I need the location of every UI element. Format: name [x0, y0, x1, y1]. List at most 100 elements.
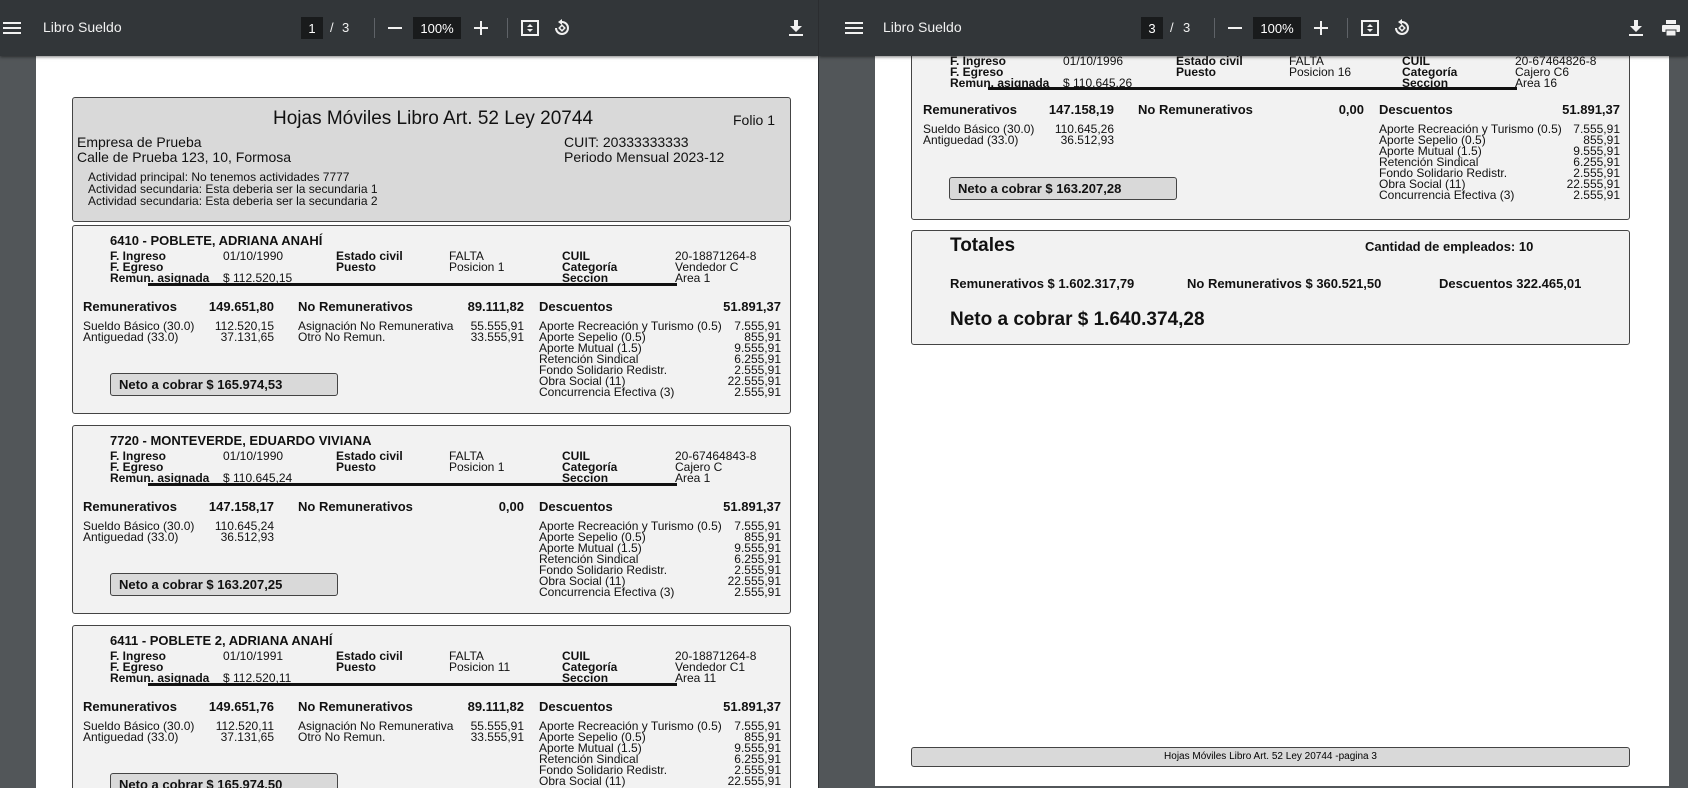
totals-norem: No Remunerativos $ 360.521,50: [1187, 276, 1382, 291]
norem-total: 89.111,82: [467, 299, 524, 314]
neto-box: Neto a cobrar $ 165.974,53: [110, 373, 338, 396]
desc-item-value: 2.555,91: [1573, 188, 1620, 202]
toolbar-divider: [1347, 18, 1348, 38]
desc-item-value: 2.555,91: [734, 585, 781, 599]
employee-name: 6411 - POBLETE 2, ADRIANA ANAHÍ: [110, 633, 333, 648]
rem-label: Remunerativos: [923, 102, 1017, 117]
norem-item-label: Otro No Remun.: [298, 330, 386, 344]
rotate-icon[interactable]: [550, 16, 574, 40]
page-separator: /: [1170, 20, 1174, 35]
desc-label: Descuentos: [539, 699, 613, 714]
menu-icon[interactable]: [0, 16, 24, 40]
rem-item-value: 37.131,65: [220, 730, 274, 744]
seccion-value: Area 16: [1515, 76, 1558, 90]
norem-item-value: 33.555,91: [470, 730, 524, 744]
page-separator: /: [330, 20, 334, 35]
separator-line: [148, 683, 677, 686]
rem-item-value: 37.131,65: [220, 330, 274, 344]
employee-count: Cantidad de empleados: 10: [1365, 239, 1534, 254]
period: Periodo Mensual 2023-12: [564, 149, 725, 165]
zoom-in-icon[interactable]: [469, 16, 493, 40]
desc-item-label: Concurrencia Efectiva (3): [1379, 188, 1515, 202]
secondary-activity: Actividad secundaria: Esta deberia ser l…: [88, 194, 378, 208]
company-name: Empresa de Prueba: [77, 134, 202, 150]
totals-title: Totales: [950, 235, 1016, 256]
neto-box: Neto a cobrar $ 165.974,50: [110, 773, 338, 788]
rem-item-value: 36.512,93: [1060, 133, 1114, 147]
rotate-icon[interactable]: [1390, 16, 1414, 40]
desc-item-label: Obra Social (11): [539, 774, 626, 788]
right-pdf-viewer: F. Ingreso 01/10/1996 F. Egreso Remun. a…: [819, 0, 1688, 788]
folio-number: Folio 1: [733, 112, 776, 128]
document-title: Libro Sueldo: [43, 19, 122, 35]
desc-total: 51.891,37: [723, 699, 781, 714]
company-address: Calle de Prueba 123, 10, Formosa: [77, 149, 292, 165]
employee-sheet: 7720 - MONTEVERDE, EDUARDO VIVIANA F. Ing…: [72, 425, 791, 614]
employee-name: 7720 - MONTEVERDE, EDUARDO VIVIANA: [110, 433, 372, 448]
employee-sheet: 6410 - POBLETE, ADRIANA ANAHÍ F. Ingreso 0…: [72, 225, 791, 414]
desc-item-value: 22.555,91: [727, 774, 781, 788]
fit-page-icon[interactable]: [518, 16, 542, 40]
menu-icon[interactable]: [842, 16, 866, 40]
puesto-label: Puesto: [336, 260, 377, 274]
norem-label: No Remunerativos: [1138, 102, 1253, 117]
puesto-value: Posicion 1: [449, 460, 505, 474]
desc-item-label: Concurrencia Efectiva (3): [539, 385, 675, 399]
fit-page-icon[interactable]: [1358, 16, 1382, 40]
page-footer: Hojas Móviles Libro Art. 52 Ley 20744 -p…: [911, 747, 1630, 767]
ingreso-value: 01/10/1991: [223, 649, 284, 663]
separator-line: [148, 283, 677, 286]
norem-total: 0,00: [1338, 102, 1364, 117]
company-cuit: CUIT: 20333333333: [564, 134, 689, 150]
print-icon[interactable]: [1659, 16, 1683, 40]
norem-total: 89.111,82: [467, 699, 524, 714]
norem-total: 0,00: [498, 499, 524, 514]
zoom-out-icon[interactable]: [383, 16, 407, 40]
download-icon[interactable]: [1624, 16, 1648, 40]
puesto-value: Posicion 16: [1289, 65, 1352, 79]
norem-label: No Remunerativos: [298, 299, 413, 314]
toolbar-divider: [1214, 18, 1215, 38]
desc-label: Descuentos: [539, 499, 613, 514]
puesto-label: Puesto: [1176, 65, 1217, 79]
rem-total: 149.651,80: [208, 299, 274, 314]
desc-total: 51.891,37: [723, 299, 781, 314]
seccion-value: Area 1: [675, 271, 711, 285]
toolbar-divider: [374, 18, 375, 38]
norem-label: No Remunerativos: [298, 499, 413, 514]
separator-line: [148, 483, 677, 486]
ingreso-value: 01/10/1990: [223, 249, 284, 263]
page-number-input[interactable]: 3: [1141, 17, 1163, 39]
totals-rem: Remunerativos $ 1.602.317,79: [950, 276, 1135, 291]
totals-box: Totales Cantidad de empleados: 10 Remune…: [911, 230, 1630, 345]
puesto-value: Posicion 1: [449, 260, 505, 274]
zoom-level-input[interactable]: 100%: [1253, 17, 1301, 39]
desc-label: Descuentos: [1379, 102, 1453, 117]
rem-item-label: Antiguedad (33.0): [923, 133, 1019, 147]
zoom-in-icon[interactable]: [1309, 16, 1333, 40]
rem-item-label: Antiguedad (33.0): [83, 730, 179, 744]
zoom-out-icon[interactable]: [1223, 16, 1247, 40]
right-toolbar: Libro Sueldo 3 / 3 100%: [819, 0, 1688, 56]
book-header: Hojas Móviles Libro Art. 52 Ley 20744 Fo…: [72, 97, 791, 222]
desc-total: 51.891,37: [1562, 102, 1620, 117]
pdf-page: Hojas Móviles Libro Art. 52 Ley 20744 Fo…: [36, 56, 818, 788]
toolbar-divider: [507, 18, 508, 38]
zoom-level-input[interactable]: 100%: [413, 17, 461, 39]
left-pdf-viewer: Libro Sueldo 1 / 3 100% Hojas Móviles Li…: [0, 0, 818, 788]
employee-sheet: 6411 - POBLETE 2, ADRIANA ANAHÍ F. Ingres…: [72, 625, 791, 788]
desc-total: 51.891,37: [723, 499, 781, 514]
norem-label: No Remunerativos: [298, 699, 413, 714]
neto-box: Neto a cobrar $ 163.207,28: [949, 177, 1177, 200]
page-total: 3: [1183, 20, 1191, 35]
rem-total: 147.158,17: [208, 499, 274, 514]
document-title: Libro Sueldo: [883, 19, 962, 35]
download-icon[interactable]: [784, 16, 808, 40]
rem-item-value: 36.512,93: [220, 530, 274, 544]
page-number-input[interactable]: 1: [301, 17, 323, 39]
puesto-label: Puesto: [336, 460, 377, 474]
left-toolbar: Libro Sueldo 1 / 3 100%: [0, 0, 818, 56]
page-total: 3: [342, 20, 350, 35]
norem-item-label: Otro No Remun.: [298, 730, 386, 744]
seccion-value: Area 1: [675, 471, 711, 485]
